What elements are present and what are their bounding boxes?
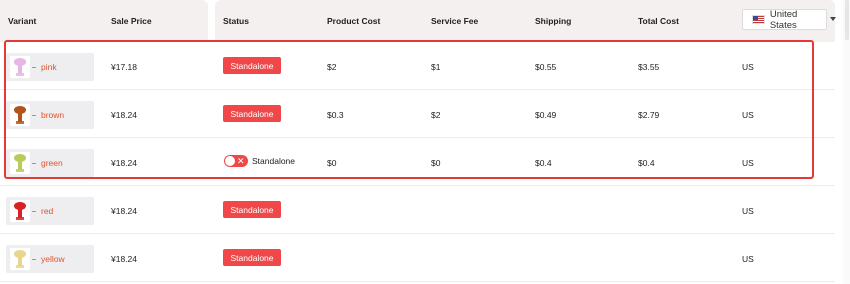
shipping-cost: $0.4 <box>535 158 552 168</box>
variant-cell[interactable]: pink <box>6 53 94 81</box>
service-fee: $2 <box>431 110 441 120</box>
country-select-label: United States <box>769 8 798 31</box>
status-badge[interactable]: Standalone <box>223 249 281 266</box>
col-header-product-cost: Product Cost <box>327 16 381 26</box>
product-cost: $2 <box>327 62 337 72</box>
col-header-status: Status <box>223 16 249 26</box>
product-figure-icon <box>14 250 26 268</box>
product-figure-icon <box>14 154 26 172</box>
product-figure-icon <box>14 58 26 76</box>
row-divider <box>0 281 835 282</box>
table-row: green ¥18.24 ✕ Standalone $0 $0 $0.4 $0.… <box>0 138 835 186</box>
column-gap <box>208 90 215 138</box>
country-code: US <box>742 158 754 168</box>
table-row: brown ¥18.24 Standalone $0.3 $2 $0.49 $2… <box>0 90 835 138</box>
column-gap <box>208 138 215 186</box>
product-thumbnail <box>10 104 30 126</box>
scrollbar-track[interactable] <box>843 0 850 284</box>
variant-name: red <box>41 206 54 216</box>
country-code: US <box>742 254 754 264</box>
chevron-down-icon[interactable] <box>830 17 836 21</box>
total-cost: $0.4 <box>638 158 655 168</box>
product-figure-icon <box>14 202 26 220</box>
col-header-total-cost: Total Cost <box>638 16 679 26</box>
col-header-service-fee: Service Fee <box>431 16 479 26</box>
variant-cell[interactable]: yellow <box>6 245 94 273</box>
total-cost: $3.55 <box>638 62 660 72</box>
header-left-panel: Variant Sale Price <box>0 0 208 42</box>
thumb-dash <box>32 66 36 68</box>
close-icon: ✕ <box>237 156 245 166</box>
service-fee: $1 <box>431 62 441 72</box>
sale-price: ¥18.24 <box>111 110 137 120</box>
thumb-dash <box>32 258 36 260</box>
column-gap <box>208 42 215 90</box>
column-gap <box>208 186 215 234</box>
status-badge[interactable]: Standalone <box>223 57 281 74</box>
product-thumbnail <box>10 248 30 270</box>
col-header-variant: Variant <box>8 16 37 26</box>
shipping-cost: $0.55 <box>535 62 557 72</box>
product-cost: $0 <box>327 158 337 168</box>
country-code: US <box>742 110 754 120</box>
product-thumbnail <box>10 200 30 222</box>
country-code: US <box>742 206 754 216</box>
thumb-dash <box>32 210 36 212</box>
toggle-knob <box>225 156 235 166</box>
thumb-dash <box>32 114 36 116</box>
variant-name: pink <box>41 62 57 72</box>
col-header-shipping: Shipping <box>535 16 572 26</box>
col-header-sale-price: Sale Price <box>111 16 152 26</box>
thumb-dash <box>32 162 36 164</box>
status-label: Standalone <box>252 156 296 166</box>
status-badge[interactable]: Standalone <box>223 105 281 122</box>
variant-name: green <box>41 158 63 168</box>
product-thumbnail <box>10 152 30 174</box>
scrollbar-thumb[interactable] <box>845 0 849 40</box>
sale-price: ¥18.24 <box>111 206 137 216</box>
variant-name: brown <box>41 110 65 120</box>
table-row: pink ¥17.18 Standalone $2 $1 $0.55 $3.55… <box>0 42 835 90</box>
shipping-cost: $0.49 <box>535 110 557 120</box>
service-fee: $0 <box>431 158 441 168</box>
total-cost: $2.79 <box>638 110 660 120</box>
product-figure-icon <box>14 106 26 124</box>
variant-name: yellow <box>41 254 65 264</box>
country-select[interactable]: United States <box>742 8 827 31</box>
variant-cell[interactable]: green <box>6 149 94 177</box>
product-thumbnail <box>10 56 30 78</box>
sale-price: ¥18.24 <box>111 254 137 264</box>
status-badge[interactable]: Standalone <box>223 201 281 218</box>
sale-price: ¥18.24 <box>111 158 137 168</box>
variant-cell[interactable]: red <box>6 197 94 225</box>
country-code: US <box>742 62 754 72</box>
sale-price: ¥17.18 <box>111 62 137 72</box>
standalone-toggle[interactable]: ✕ Standalone <box>224 155 295 167</box>
column-gap <box>208 234 215 282</box>
variant-cell[interactable]: brown <box>6 101 94 129</box>
table-row: yellow ¥18.24 Standalone US <box>0 234 835 282</box>
table-row: red ¥18.24 Standalone US <box>0 186 835 234</box>
us-flag-icon <box>752 15 765 24</box>
product-cost: $0.3 <box>327 110 344 120</box>
toggle-switch[interactable]: ✕ <box>224 155 248 167</box>
